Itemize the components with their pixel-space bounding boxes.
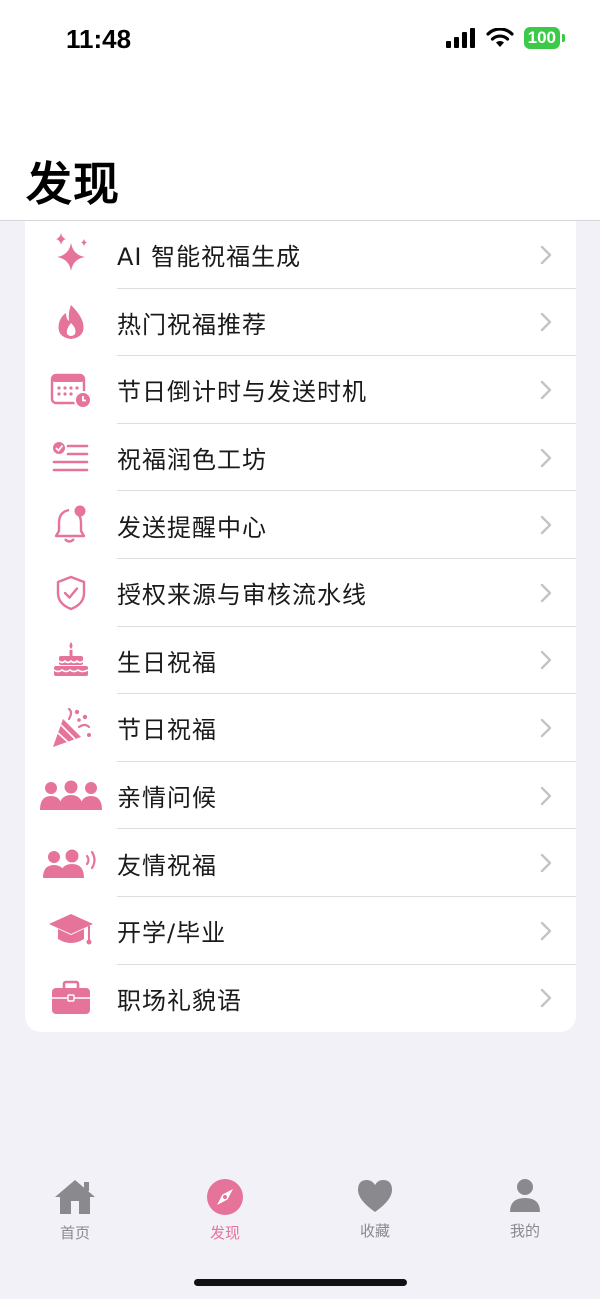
chevron-right-icon — [540, 583, 552, 602]
menu-item-friendship-blessing[interactable]: 友情祝福 — [25, 829, 576, 897]
heart-icon — [358, 1180, 392, 1212]
menu-item-label: 生日祝福 — [117, 648, 217, 677]
chevron-right-icon — [540, 448, 552, 467]
menu-item-label: 授权来源与审核流水线 — [117, 581, 367, 610]
menu-item-label: 发送提醒中心 — [117, 513, 267, 542]
menu-item-label: 友情祝福 — [117, 851, 217, 880]
tab-home[interactable]: 首页 — [25, 1178, 125, 1243]
menu-item-label: 开学/毕业 — [117, 919, 227, 948]
menu-item-holiday-blessing[interactable]: 节日祝福 — [25, 694, 576, 762]
tab-profile[interactable]: 我的 — [475, 1178, 575, 1241]
menu-item-family-greetings[interactable]: 亲情问候 — [25, 762, 576, 830]
menu-item-label: AI 智能祝福生成 — [117, 243, 302, 272]
chevron-right-icon — [540, 245, 552, 264]
tab-label: 首页 — [59, 1224, 90, 1242]
compass-icon — [207, 1179, 243, 1215]
battery-indicator: 100 — [523, 27, 566, 49]
menu-item-birthday-blessing[interactable]: 生日祝福 — [25, 627, 576, 695]
chevron-right-icon — [540, 380, 552, 400]
chevron-right-icon — [540, 853, 552, 873]
tab-discover[interactable]: 发现 — [175, 1178, 275, 1243]
menu-item-holiday-countdown[interactable]: 节日倒计时与发送时机 — [25, 356, 576, 424]
status-icons: 100 — [445, 27, 566, 49]
menu-item-label: 职场礼貌语 — [117, 986, 242, 1015]
chevron-right-icon — [540, 515, 552, 535]
menu-item-label: 亲情问候 — [117, 784, 217, 813]
chevron-right-icon — [540, 786, 552, 805]
menu-item-send-reminder[interactable]: 发送提醒中心 — [25, 491, 576, 559]
home-indicator[interactable] — [194, 1279, 407, 1286]
calendar-clock-icon — [39, 368, 103, 412]
menu-item-school-graduation[interactable]: 开学/毕业 — [25, 897, 576, 965]
party-popper-icon — [39, 706, 103, 750]
house-icon — [55, 1180, 95, 1214]
status-time: 11:48 — [66, 24, 132, 54]
graduation-cap-icon — [39, 909, 103, 953]
tab-label: 收藏 — [359, 1222, 390, 1240]
chevron-right-icon — [540, 989, 552, 1008]
chevron-right-icon — [540, 921, 552, 940]
cellular-signal-icon — [445, 28, 475, 48]
bell-badge-icon — [39, 503, 103, 547]
wifi-icon — [486, 28, 514, 47]
menu-item-label: 节日祝福 — [117, 716, 217, 745]
tab-label: 发现 — [209, 1224, 240, 1242]
menu-item-label: 祝福润色工坊 — [117, 446, 267, 475]
sparkles-icon — [39, 232, 103, 277]
menu-item-label: 节日倒计时与发送时机 — [117, 378, 367, 407]
person-icon — [510, 1179, 540, 1212]
chevron-right-icon — [540, 651, 552, 670]
menu-item-ai-blessing[interactable]: AI 智能祝福生成 — [25, 221, 576, 289]
tab-label: 我的 — [509, 1222, 540, 1240]
tab-favorites[interactable]: 收藏 — [325, 1178, 425, 1241]
checklist-icon — [39, 436, 103, 480]
discover-menu-list: AI 智能祝福生成 热门祝福推荐 节日倒计时与发送时机 祝福润色工坊 发送提醒中… — [25, 221, 576, 1032]
menu-item-workplace-etiquette[interactable]: 职场礼貌语 — [25, 965, 576, 1032]
birthday-cake-icon — [39, 638, 103, 682]
chevron-right-icon — [540, 313, 552, 332]
page-header: 发现 — [0, 80, 600, 221]
page-title: 发现 — [26, 157, 120, 211]
menu-item-hot-blessings[interactable]: 热门祝福推荐 — [25, 289, 576, 357]
menu-item-polish-workshop[interactable]: 祝福润色工坊 — [25, 424, 576, 492]
flame-icon — [39, 300, 103, 344]
menu-item-authorization-pipeline[interactable]: 授权来源与审核流水线 — [25, 559, 576, 627]
status-bar: 11:48 100 — [0, 0, 600, 80]
chevron-right-icon — [540, 718, 552, 738]
shield-check-icon — [39, 571, 103, 615]
menu-item-label: 热门祝福推荐 — [117, 310, 267, 339]
briefcase-icon — [39, 976, 103, 1020]
friends-wave-icon — [39, 841, 103, 885]
family-group-icon — [39, 774, 103, 818]
